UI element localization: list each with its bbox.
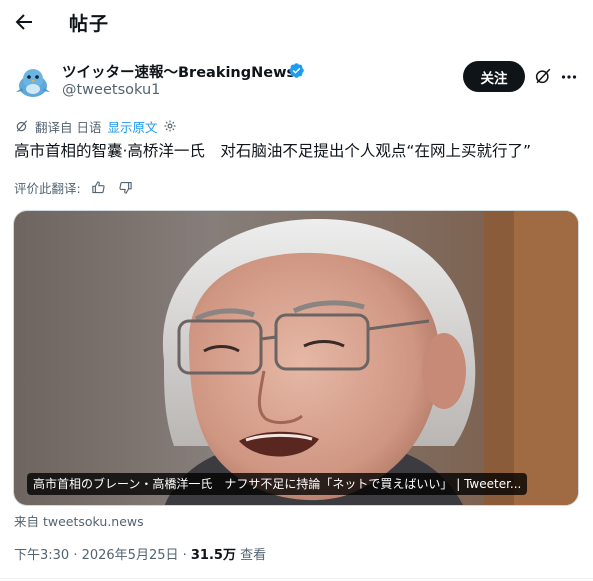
author-handle[interactable]: @tweetsoku1 — [62, 82, 160, 98]
link-source[interactable]: 来自 tweetsoku.news — [14, 511, 144, 530]
link-card-image[interactable]: 高市首相のブレーン・高橋洋一氏 ナフサ不足に持論「ネットで買えばいい」 | Tw… — [13, 210, 579, 506]
page-title: 帖子 — [69, 13, 110, 35]
post-timestamp[interactable]: 下午3:30 · 2026年5月25日 · — [14, 548, 191, 563]
post-meta: 下午3:30 · 2026年5月25日 · 31.5万 查看 — [14, 544, 266, 563]
translated-from-label: 翻译自 日语 — [35, 119, 102, 135]
news-photo — [14, 211, 578, 505]
arrow-left-icon[interactable] — [12, 10, 36, 34]
thumbs-down-icon[interactable] — [118, 180, 133, 195]
verified-badge-icon — [289, 63, 304, 78]
post-text: 高市首相的智囊·高桥洋一氏 对石脑油不足提出个人观点“在网上买就行了” — [14, 142, 531, 160]
view-count: 31.5万 — [190, 548, 236, 563]
views-label: 查看 — [235, 548, 267, 563]
translate-icon — [16, 120, 28, 132]
grok-icon[interactable] — [534, 67, 552, 85]
link-card-title: 高市首相のブレーン・高橋洋一氏 ナフサ不足に持論「ネットで買えばいい」 | Tw… — [27, 473, 528, 495]
author-name[interactable]: ツイッター速報〜BreakingNews — [62, 61, 295, 82]
show-original-link[interactable]: 显示原文 — [107, 117, 157, 136]
thumbs-up-icon[interactable] — [91, 180, 106, 195]
more-dots-icon[interactable] — [561, 74, 577, 80]
top-bar: 帖子 — [0, 0, 593, 44]
gear-icon[interactable] — [163, 119, 177, 133]
follow-button[interactable]: 关注 — [463, 61, 525, 92]
divider — [0, 578, 593, 579]
avatar[interactable] — [13, 61, 53, 101]
translation-info: 翻译自 日语 显示原文 — [15, 117, 177, 135]
author-row: ツイッター速報〜BreakingNews @tweetsoku1 关注 — [0, 55, 593, 105]
rate-translation-label: 评价此翻译: — [14, 180, 81, 196]
rate-translation: 评价此翻译: — [14, 178, 133, 196]
